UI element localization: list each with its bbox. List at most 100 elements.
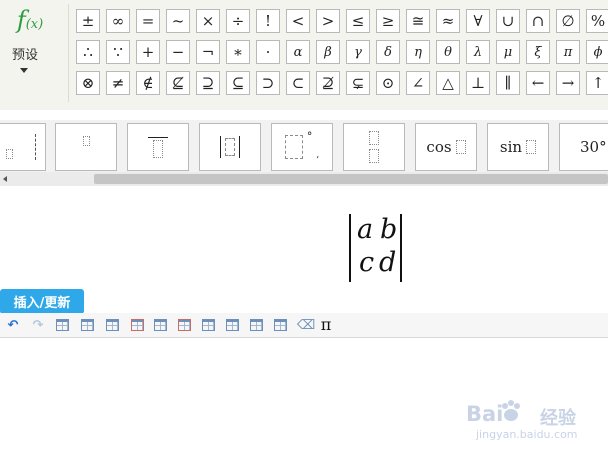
symbol-button[interactable]: ≠	[106, 71, 130, 95]
symbol-button[interactable]: ↑	[586, 71, 608, 95]
undo-icon[interactable]: ↶	[5, 317, 21, 333]
delete-row-icon[interactable]	[106, 319, 119, 331]
symbol-button[interactable]: ⊙	[376, 71, 400, 95]
symbol-button[interactable]: ≤	[346, 9, 370, 33]
eraser-icon[interactable]: ⌫	[297, 317, 315, 333]
symbol-button[interactable]: γ	[346, 40, 370, 64]
symbol-button[interactable]: ϕ	[586, 40, 608, 64]
align-center-icon[interactable]	[226, 319, 239, 331]
symbol-button[interactable]: ∀	[466, 9, 490, 33]
symbol-button[interactable]: δ	[376, 40, 400, 64]
symbol-button[interactable]: α	[286, 40, 310, 64]
symbol-button[interactable]: ξ	[526, 40, 550, 64]
symbol-button[interactable]: ±	[76, 9, 100, 33]
placeholder-box	[526, 140, 537, 154]
merge-cells-icon[interactable]	[178, 319, 191, 331]
symbol-button[interactable]: μ	[496, 40, 520, 64]
matrix-cell: c	[359, 247, 375, 278]
template-root-button[interactable]	[0, 123, 46, 171]
preset-dropdown[interactable]: f(x) 预设	[0, 0, 68, 108]
formula-editor-area[interactable]	[0, 186, 608, 316]
symbol-button[interactable]: !	[256, 9, 280, 33]
symbol-button[interactable]: ∵	[106, 40, 130, 64]
symbol-button[interactable]: ∪	[496, 9, 520, 33]
symbol-button[interactable]: ∴	[76, 40, 100, 64]
template-abs-button[interactable]	[199, 123, 261, 171]
symbol-button[interactable]: −	[166, 40, 190, 64]
symbol-button[interactable]: ⊗	[76, 71, 100, 95]
placeholder-box	[369, 131, 379, 145]
symbol-button[interactable]: <	[286, 9, 310, 33]
symbol-button[interactable]: ∠	[406, 71, 430, 95]
align-bottom-icon[interactable]	[274, 319, 287, 331]
delete-column-icon[interactable]	[154, 319, 167, 331]
matrix-cell: a	[357, 214, 374, 245]
template-stack-button[interactable]	[343, 123, 405, 171]
degree-icon: °	[306, 130, 313, 143]
placeholder-box	[5, 149, 13, 159]
template-sin-button[interactable]: sin	[487, 123, 549, 171]
symbol-button[interactable]: ÷	[226, 9, 250, 33]
symbol-button[interactable]: ⊃	[256, 71, 280, 95]
placeholder-box	[153, 139, 163, 158]
symbol-button[interactable]: △	[436, 71, 460, 95]
symbol-button[interactable]: θ	[436, 40, 460, 64]
symbol-button[interactable]: ≥	[376, 9, 400, 33]
symbol-button[interactable]: ∗	[226, 40, 250, 64]
symbol-button[interactable]: ⊥	[466, 71, 490, 95]
symbol-button[interactable]: ∉	[136, 71, 160, 95]
redo-icon[interactable]: ↷	[30, 317, 46, 333]
pi-icon[interactable]: π	[318, 317, 334, 333]
symbol-button[interactable]: ∅	[556, 9, 580, 33]
template-box-button[interactable]	[55, 123, 117, 171]
template-cos-button[interactable]: cos	[415, 123, 477, 171]
insert-row-icon[interactable]	[81, 319, 94, 331]
align-left-icon[interactable]	[202, 319, 215, 331]
dashed-line-icon	[34, 134, 37, 160]
placeholder-box	[284, 135, 303, 159]
symbol-button[interactable]: ∥	[496, 71, 520, 95]
chevron-down-icon	[20, 68, 28, 73]
symbol-button[interactable]: η	[406, 40, 430, 64]
template-overline-button[interactable]	[127, 123, 189, 171]
symbol-button[interactable]: π	[556, 40, 580, 64]
symbol-button[interactable]: →	[556, 71, 580, 95]
scroll-thumb[interactable]	[94, 174, 608, 184]
overline-bar-icon	[148, 136, 168, 138]
horizontal-scrollbar[interactable]	[0, 172, 608, 186]
symbol-button[interactable]: ⊈	[166, 71, 190, 95]
symbol-button[interactable]: +	[136, 40, 160, 64]
symbol-button[interactable]: ~	[166, 9, 190, 33]
symbol-button[interactable]: ⊊	[346, 71, 370, 95]
symbol-button[interactable]: β	[316, 40, 340, 64]
template-degree-value-button[interactable]: 30°	[559, 123, 608, 171]
determinant-formula[interactable]: a b c d	[347, 214, 405, 284]
symbol-button[interactable]: ⊇	[196, 71, 220, 95]
symbol-button[interactable]: ≈	[436, 9, 460, 33]
symbol-button[interactable]: ⊉	[316, 71, 340, 95]
symbol-button[interactable]: %	[586, 9, 608, 33]
placeholder-box	[225, 138, 235, 156]
insert-update-button[interactable]: 插入/更新	[0, 289, 84, 314]
symbol-button[interactable]: ·	[256, 40, 280, 64]
scroll-left-icon[interactable]	[3, 176, 7, 182]
symbol-button[interactable]: >	[316, 9, 340, 33]
symbol-button[interactable]: ←	[526, 71, 550, 95]
symbol-button[interactable]: λ	[466, 40, 490, 64]
align-top-icon[interactable]	[250, 319, 263, 331]
cos-label: cos	[426, 138, 452, 156]
placeholder-box	[82, 136, 90, 146]
symbol-button[interactable]: ⊂	[286, 71, 310, 95]
table-icon[interactable]	[56, 319, 69, 331]
symbol-button[interactable]: ≅	[406, 9, 430, 33]
insert-column-icon[interactable]	[131, 319, 144, 331]
symbol-button[interactable]: ¬	[196, 40, 220, 64]
symbol-button[interactable]: =	[136, 9, 160, 33]
abs-bar-icon	[239, 136, 240, 158]
template-degree-button[interactable]: ° ,	[271, 123, 333, 171]
symbol-button[interactable]: ⊆	[226, 71, 250, 95]
placeholder-box	[369, 149, 379, 163]
symbol-button[interactable]: ×	[196, 9, 220, 33]
symbol-button[interactable]: ∩	[526, 9, 550, 33]
symbol-button[interactable]: ∞	[106, 9, 130, 33]
